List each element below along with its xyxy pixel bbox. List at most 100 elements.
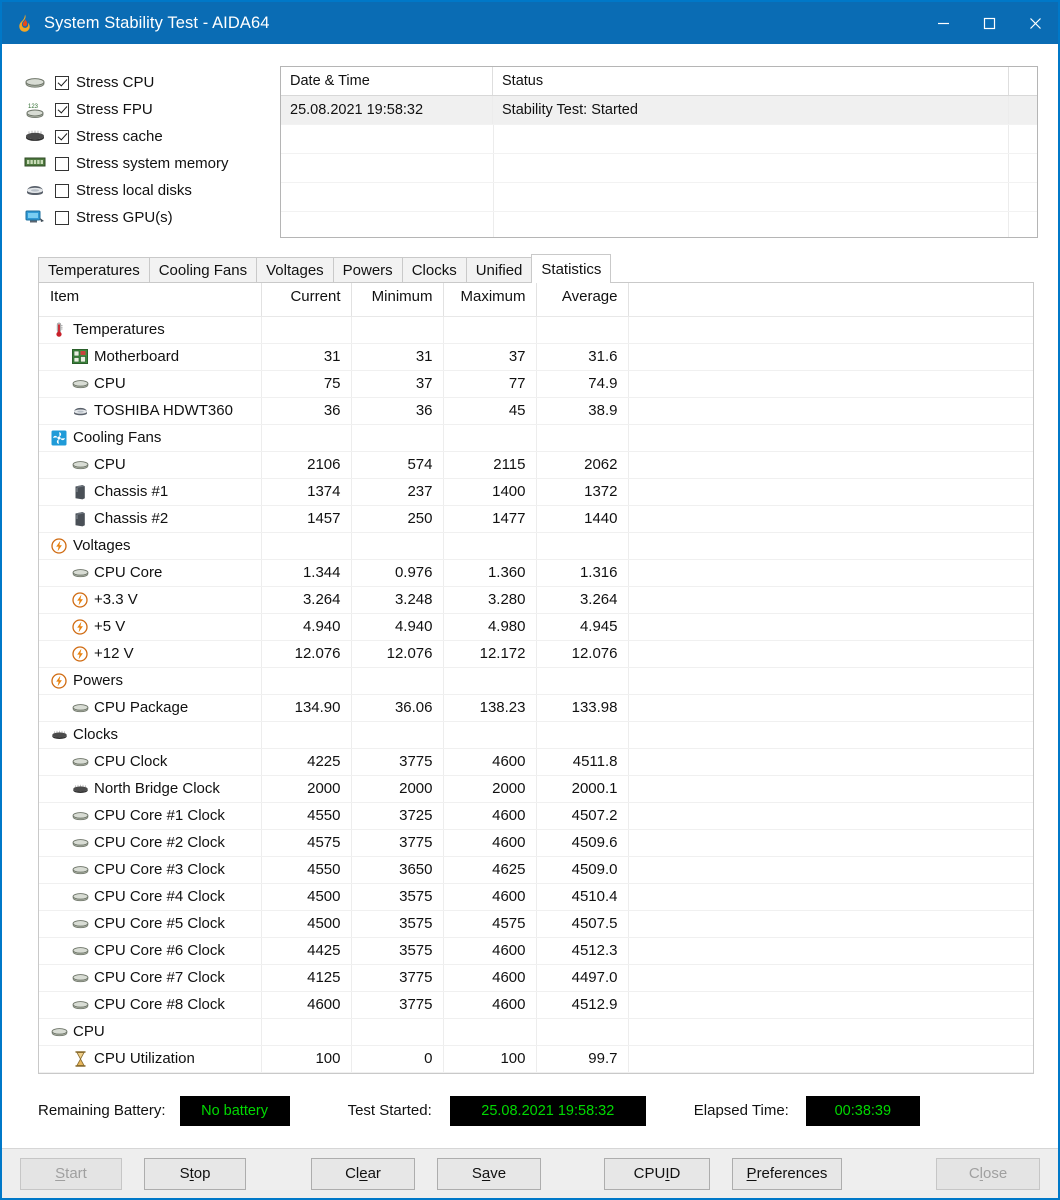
stress-option-stress-fpu[interactable]: 123 Stress FPU — [24, 96, 256, 123]
stress-fpu-checkbox[interactable] — [55, 102, 69, 117]
statistics-row[interactable]: CPU 75 37 77 74.9 — [39, 370, 1033, 398]
event-log-table[interactable]: Date & Time Status 25.08.2021 19:58:32 S… — [280, 66, 1038, 238]
statistics-group-row[interactable]: Voltages — [39, 532, 1033, 560]
event-log-header: Date & Time Status — [281, 67, 1037, 96]
tab-unified[interactable]: Unified — [465, 257, 533, 282]
statistics-item-content: Clocks — [50, 722, 261, 748]
statistics-row[interactable]: CPU Utilization 100 0 100 99.7 — [39, 1045, 1033, 1073]
statistics-row[interactable]: +12 V 12.076 12.076 12.172 12.076 — [39, 640, 1033, 668]
stress-gpus-checkbox-wrap[interactable]: Stress GPU(s) — [55, 210, 173, 225]
statistics-row[interactable]: CPU Core #7 Clock 4125 3775 4600 4497.0 — [39, 964, 1033, 992]
stress-option-stress-local-disks[interactable]: Stress local disks — [24, 177, 256, 204]
statistics-row[interactable]: CPU Core #2 Clock 4575 3775 4600 4509.6 — [39, 829, 1033, 857]
statistics-item-cell: CPU Utilization — [39, 1045, 262, 1073]
statistics-item-cell: CPU — [39, 370, 262, 398]
statistics-row[interactable]: CPU Core #3 Clock 4550 3650 4625 4509.0 — [39, 856, 1033, 884]
preferences-button[interactable]: Preferences — [732, 1157, 842, 1190]
maximize-icon[interactable] — [966, 2, 1012, 44]
statistics-header-row: Item Current Minimum Maximum Average — [39, 283, 1033, 317]
statistics-item-cell: CPU Core #6 Clock — [39, 937, 262, 965]
statistics-row[interactable]: Motherboard 31 31 37 31.6 — [39, 343, 1033, 371]
stress-option-stress-cache[interactable]: Stress cache — [24, 123, 256, 150]
statistics-row[interactable]: CPU Core #5 Clock 4500 3575 4575 4507.5 — [39, 910, 1033, 938]
stress-option-stress-system-memory[interactable]: Stress system memory — [24, 150, 256, 177]
statistics-item-label: CPU — [73, 1023, 105, 1040]
clear-button[interactable]: Clear — [311, 1157, 415, 1190]
tab-cooling-fans[interactable]: Cooling Fans — [148, 257, 258, 282]
statistics-item-label: CPU Core — [94, 564, 163, 581]
statistics-current-cell — [261, 316, 352, 344]
statistics-row[interactable]: Chassis #2 1457 250 1477 1440 — [39, 505, 1033, 533]
stress-cpu-checkbox-wrap[interactable]: Stress CPU — [55, 75, 154, 90]
footer-button-bar: Start Stop Clear Save CPUID Preferences … — [2, 1148, 1058, 1198]
stress-system-memory-checkbox[interactable] — [55, 156, 69, 171]
statistics-col-average[interactable]: Average — [536, 283, 629, 317]
statistics-maximum-cell: 1477 — [443, 505, 537, 533]
stress-gpus-checkbox[interactable] — [55, 210, 69, 225]
stop-button[interactable]: Stop — [144, 1157, 246, 1190]
statistics-row[interactable]: CPU Core #4 Clock 4500 3575 4600 4510.4 — [39, 883, 1033, 911]
statistics-item-cell: CPU Core #7 Clock — [39, 964, 262, 992]
statistics-group-row[interactable]: Powers — [39, 667, 1033, 695]
statistics-item-content: CPU Core #2 Clock — [50, 830, 261, 856]
statistics-group-row[interactable]: Cooling Fans — [39, 424, 1033, 452]
stress-cache-checkbox-wrap[interactable]: Stress cache — [55, 129, 163, 144]
statistics-maximum-cell: 3.280 — [443, 586, 537, 614]
statistics-item-cell: CPU Core — [39, 559, 262, 587]
statistics-row[interactable]: CPU Core #8 Clock 4600 3775 4600 4512.9 — [39, 991, 1033, 1019]
statistics-current-cell: 4500 — [261, 910, 352, 938]
statistics-col-item[interactable]: Item — [39, 283, 262, 317]
statistics-filler-cell — [628, 829, 1033, 857]
cpu-icon — [71, 916, 89, 932]
stress-option-stress-cpu[interactable]: Stress CPU — [24, 69, 256, 96]
statistics-row[interactable]: CPU Core #6 Clock 4425 3575 4600 4512.3 — [39, 937, 1033, 965]
cpu-icon — [71, 754, 89, 770]
stress-option-stress-gpus[interactable]: Stress GPU(s) — [24, 204, 256, 231]
stress-cache-checkbox[interactable] — [55, 129, 69, 144]
statistics-current-cell: 4500 — [261, 883, 352, 911]
statistics-item-content: Cooling Fans — [50, 425, 261, 451]
statistics-col-minimum[interactable]: Minimum — [351, 283, 444, 317]
tab-statistics[interactable]: Statistics — [531, 254, 612, 283]
close-button[interactable]: Close — [936, 1157, 1040, 1190]
statistics-row[interactable]: +5 V 4.940 4.940 4.980 4.945 — [39, 613, 1033, 641]
statistics-item-label: CPU Package — [94, 699, 189, 716]
statistics-group-row[interactable]: CPU — [39, 1018, 1033, 1046]
tab-clocks[interactable]: Clocks — [401, 257, 467, 282]
tab-powers[interactable]: Powers — [332, 257, 403, 282]
statistics-row[interactable]: Chassis #1 1374 237 1400 1372 — [39, 478, 1033, 506]
stress-system-memory-checkbox-wrap[interactable]: Stress system memory — [55, 156, 229, 171]
statistics-row[interactable]: CPU Clock 4225 3775 4600 4511.8 — [39, 748, 1033, 776]
stress-cpu-checkbox[interactable] — [55, 75, 69, 90]
statistics-col-current[interactable]: Current — [261, 283, 352, 317]
window-title: System Stability Test - AIDA64 — [44, 13, 270, 32]
statistics-group-row[interactable]: Clocks — [39, 721, 1033, 749]
save-button[interactable]: Save — [437, 1157, 541, 1190]
statistics-group-row[interactable]: Temperatures — [39, 316, 1033, 344]
statistics-average-cell: 1.316 — [536, 559, 629, 587]
start-button[interactable]: Start — [20, 1157, 122, 1190]
tab-voltages[interactable]: Voltages — [256, 257, 334, 282]
stress-local-disks-checkbox[interactable] — [55, 183, 69, 198]
stress-fpu-checkbox-wrap[interactable]: Stress FPU — [55, 102, 153, 117]
statistics-row[interactable]: CPU Core 1.344 0.976 1.360 1.316 — [39, 559, 1033, 587]
statistics-maximum-cell — [443, 1018, 537, 1046]
event-log-row[interactable]: 25.08.2021 19:58:32 Stability Test: Star… — [281, 96, 1037, 124]
stress-local-disks-checkbox-wrap[interactable]: Stress local disks — [55, 183, 192, 198]
statistics-row[interactable]: CPU Core #1 Clock 4550 3725 4600 4507.2 — [39, 802, 1033, 830]
statistics-filler-cell — [628, 775, 1033, 803]
statistics-col-maximum[interactable]: Maximum — [443, 283, 537, 317]
close-icon[interactable] — [1012, 2, 1058, 44]
tab-temperatures[interactable]: Temperatures — [38, 257, 150, 282]
event-log-extra — [1009, 96, 1037, 124]
statistics-row[interactable]: TOSHIBA HDWT360 36 36 45 38.9 — [39, 397, 1033, 425]
remaining-battery-value: No battery — [179, 1095, 290, 1126]
minimize-icon[interactable] — [920, 2, 966, 44]
statistics-row[interactable]: North Bridge Clock 2000 2000 2000 2000.1 — [39, 775, 1033, 803]
statistics-item-content: CPU Core #4 Clock — [50, 884, 261, 910]
statistics-average-cell — [536, 316, 629, 344]
cpuid-button[interactable]: CPUID — [604, 1157, 710, 1190]
statistics-row[interactable]: CPU Package 134.90 36.06 138.23 133.98 — [39, 694, 1033, 722]
statistics-row[interactable]: CPU 2106 574 2115 2062 — [39, 451, 1033, 479]
statistics-row[interactable]: +3.3 V 3.264 3.248 3.280 3.264 — [39, 586, 1033, 614]
